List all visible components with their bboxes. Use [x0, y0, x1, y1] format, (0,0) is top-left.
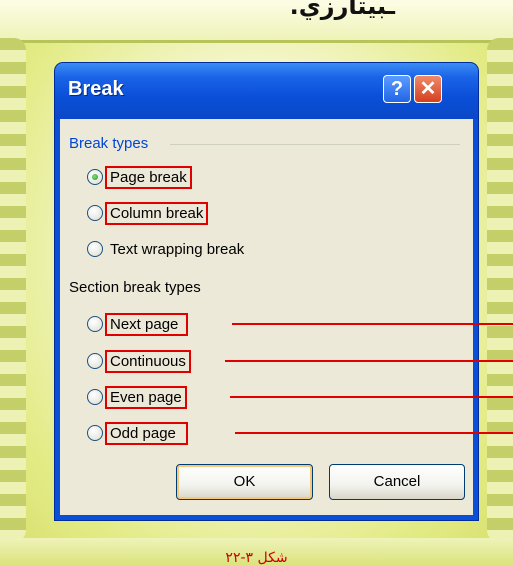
dialog-client-area: Break types Page break Column break Text…: [60, 119, 473, 515]
radio-icon[interactable]: [87, 205, 103, 221]
column-break-label: Column break: [104, 201, 209, 225]
radio-text-wrapping-break[interactable]: Text wrapping break: [87, 237, 247, 261]
text-wrapping-break-label: Text wrapping break: [110, 240, 245, 258]
dialog-title: Break: [68, 78, 124, 100]
page-footer-band: شكل ٣-٢٢: [0, 538, 513, 566]
odd-page-label: Odd page: [105, 421, 188, 445]
radio-page-break[interactable]: Page break: [87, 165, 192, 189]
radio-even-page[interactable]: Even page: [87, 385, 187, 409]
group-divider: [170, 144, 460, 145]
even-page-label: Even page: [105, 385, 187, 409]
radio-icon[interactable]: [87, 425, 103, 441]
dialog-titlebar[interactable]: Break ? ✕: [55, 63, 478, 119]
page-heading: ـبيتارزي.: [289, 0, 395, 20]
radio-icon[interactable]: [87, 389, 103, 405]
annotation-line-continuous: [225, 360, 513, 362]
ok-button[interactable]: OK: [176, 464, 313, 500]
radio-icon[interactable]: [87, 353, 103, 369]
page-header-band: ـبيتارزي.: [0, 0, 513, 43]
close-icon[interactable]: ✕: [414, 75, 442, 103]
figure-caption: شكل ٣-٢٢: [225, 550, 288, 566]
continuous-label: Continuous: [105, 349, 191, 373]
radio-column-break[interactable]: Column break: [87, 201, 209, 225]
annotation-line-next-page: [232, 323, 513, 325]
next-page-label: Next page: [104, 312, 189, 336]
help-icon[interactable]: ?: [383, 75, 411, 103]
radio-next-page[interactable]: Next page: [87, 312, 189, 336]
radio-odd-page[interactable]: Odd page: [87, 421, 188, 445]
radio-selected-icon[interactable]: [87, 169, 103, 185]
section-break-types-group-label: Section break types: [69, 279, 201, 296]
decorative-frame-right: [487, 38, 513, 542]
break-types-group-label: Break types: [69, 135, 149, 152]
radio-icon[interactable]: [87, 241, 103, 257]
radio-icon[interactable]: [87, 316, 103, 332]
radio-continuous[interactable]: Continuous: [87, 349, 191, 373]
decorative-frame-left: [0, 38, 26, 542]
break-dialog: Break ? ✕ Break types Page break Column …: [55, 63, 478, 520]
cancel-button[interactable]: Cancel: [329, 464, 465, 500]
annotation-line-odd-page: [235, 432, 513, 434]
annotation-line-even-page: [230, 396, 513, 398]
page-break-label: Page break: [105, 165, 192, 189]
